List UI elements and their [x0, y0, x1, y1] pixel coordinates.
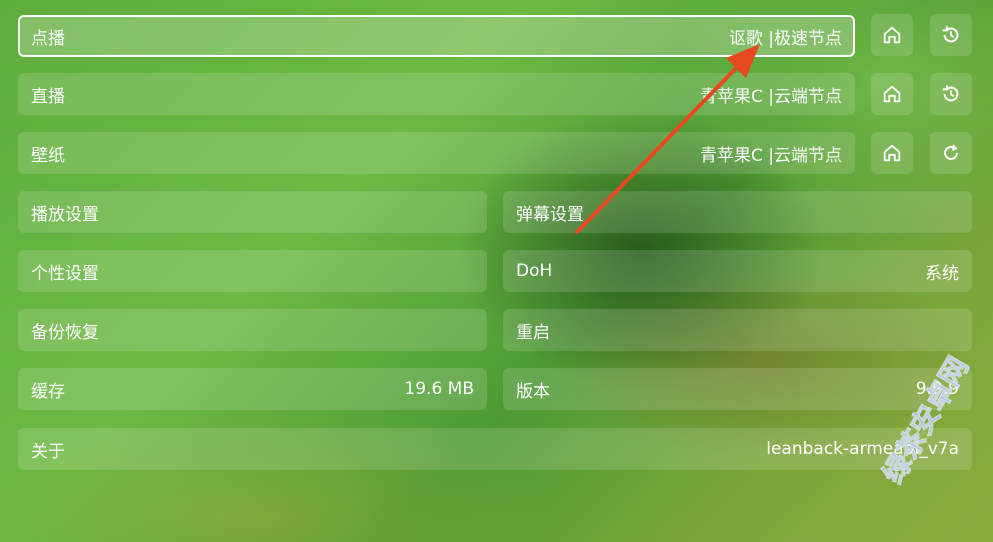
wallpaper-label: 壁纸	[31, 145, 65, 166]
cache-value: 19.6 MB	[404, 379, 474, 399]
playback-label: 播放设置	[31, 204, 99, 225]
live-history-button[interactable]	[930, 73, 972, 115]
vod-home-button[interactable]	[871, 14, 913, 56]
cache-row[interactable]: 缓存 19.6 MB	[18, 368, 487, 410]
vod-source-row[interactable]: 点播 讴歌 |极速节点	[18, 15, 855, 57]
personal-label: 个性设置	[31, 263, 99, 284]
vod-value: 讴歌 |极速节点	[728, 28, 842, 49]
wallpaper-source-row[interactable]: 壁纸 青苹果C |云端节点	[18, 132, 855, 174]
vod-label: 点播	[31, 28, 65, 49]
refresh-icon	[944, 144, 958, 160]
version-row[interactable]: 版本 9.9.9	[503, 368, 972, 410]
live-value: 青苹果C |云端节点	[699, 86, 842, 107]
about-label: 关于	[31, 441, 65, 462]
history-icon	[942, 85, 959, 102]
wallpaper-refresh-button[interactable]	[930, 132, 972, 174]
live-source-row[interactable]: 直播 青苹果C |云端节点	[18, 73, 855, 115]
playback-settings-row[interactable]: 播放设置	[18, 191, 487, 233]
personal-settings-row[interactable]: 个性设置	[18, 250, 487, 292]
live-home-button[interactable]	[871, 73, 913, 115]
wallpaper-value: 青苹果C |云端节点	[699, 145, 842, 166]
danmaku-settings-row[interactable]: 弹幕设置	[503, 191, 972, 233]
home-icon	[883, 85, 901, 103]
doh-label: DoH	[516, 261, 553, 281]
home-icon	[883, 144, 901, 162]
history-icon	[942, 26, 959, 43]
doh-row[interactable]: DoH 系统	[503, 250, 972, 292]
version-label: 版本	[516, 381, 550, 402]
about-row[interactable]: 关于 leanback-armeabi_v7a	[18, 428, 972, 470]
backup-restore-row[interactable]: 备份恢复	[18, 309, 487, 351]
danmaku-label: 弹幕设置	[516, 204, 584, 225]
live-label: 直播	[31, 86, 65, 107]
restart-row[interactable]: 重启	[503, 309, 972, 351]
restart-label: 重启	[516, 322, 550, 343]
doh-value: 系统	[925, 263, 959, 284]
cache-label: 缓存	[31, 381, 65, 402]
backup-label: 备份恢复	[31, 322, 99, 343]
home-icon	[883, 26, 901, 44]
vod-history-button[interactable]	[930, 14, 972, 56]
wallpaper-home-button[interactable]	[871, 132, 913, 174]
